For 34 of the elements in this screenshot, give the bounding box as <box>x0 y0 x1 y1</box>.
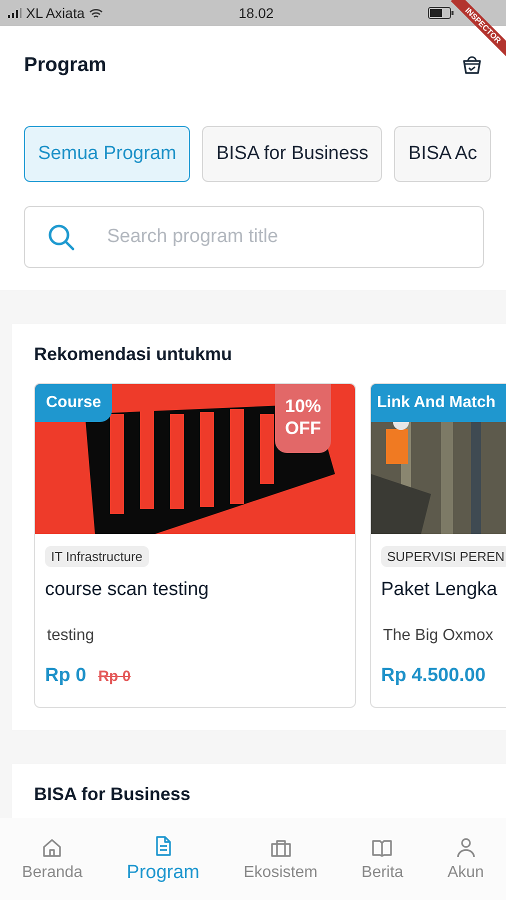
program-card[interactable]: Course 10% OFF IT Infrastructure course scan testing testing Rp 0 Rp 0 <box>34 383 356 708</box>
status-time: 18.02 <box>238 5 274 21</box>
discount-text: 10% <box>284 396 321 418</box>
filter-tab[interactable]: BISA for Business <box>202 126 382 182</box>
price: Rp 0 <box>45 665 86 687</box>
battery-icon <box>428 7 454 19</box>
nav-item[interactable]: Berita <box>362 836 404 882</box>
program-card[interactable]: Link And Match SUPERVISI PEREN Paket Lengka The Big Oxmox Rp 4.500.00 <box>370 383 506 708</box>
card-title: course scan testing <box>45 579 209 601</box>
price: Rp 4.500.00 <box>381 665 486 687</box>
type-badge: Link And Match <box>371 384 506 422</box>
wifi-icon <box>88 8 103 18</box>
discount-text: OFF <box>284 418 321 440</box>
page-title: Program <box>24 54 106 76</box>
carrier-name: XL Axiata <box>26 5 85 21</box>
signal-icon <box>8 8 22 18</box>
filter-tab[interactable]: BISA Ac <box>394 126 492 182</box>
card-description: The Big Oxmox <box>382 627 494 645</box>
card-title: Paket Lengka <box>381 579 498 601</box>
section-title: Rekomendasi untukmu <box>34 344 234 365</box>
old-price: Rp 0 <box>98 668 131 685</box>
card-description: testing <box>46 627 94 645</box>
filter-tab[interactable]: Semua Program <box>24 126 190 182</box>
category-tag: IT Infrastructure <box>45 546 149 567</box>
search-bar[interactable]: Search program title <box>24 206 484 268</box>
nav-item[interactable]: Akun <box>447 836 484 882</box>
basket-icon[interactable] <box>460 53 484 77</box>
type-badge: Course <box>35 384 112 422</box>
search-icon <box>47 223 75 251</box>
section-title: BISA for Business <box>34 784 192 805</box>
category-tag: SUPERVISI PEREN <box>381 546 506 567</box>
nav-item[interactable]: Ekosistem <box>244 836 318 882</box>
nav-item[interactable]: Beranda <box>22 836 83 882</box>
nav-item[interactable]: Program <box>126 834 200 884</box>
